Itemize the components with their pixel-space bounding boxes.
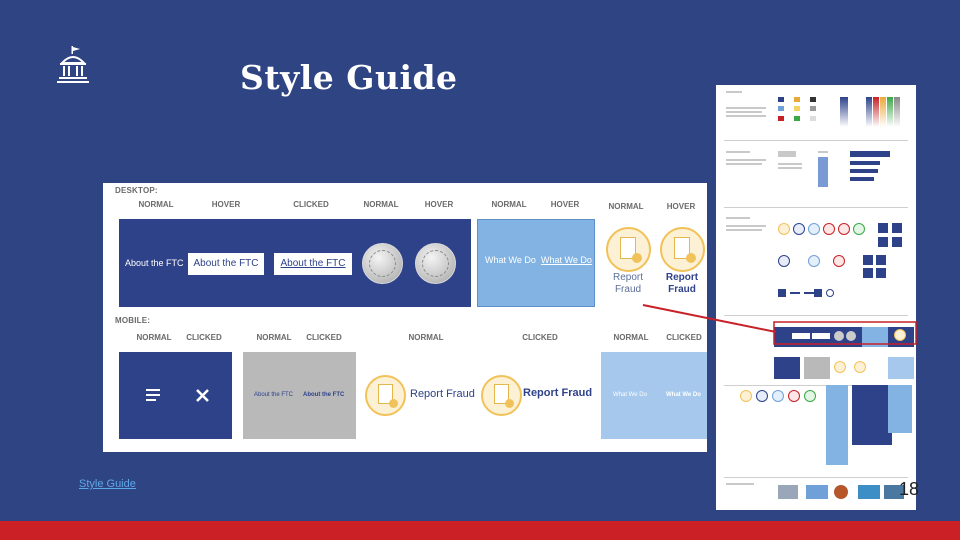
report-fraud-hover-line2: Fraud [668,284,696,295]
slide: Style Guide DESKTOP: NORMAL HOVER CLICKE… [0,0,960,540]
mobile-what-clicked[interactable]: What We Do [666,392,701,398]
desktop-col-label: HOVER [550,200,580,209]
mobile-report-clicked-icon[interactable] [481,375,522,416]
hamburger-icon[interactable] [146,389,160,401]
desktop-col-label: HOVER [424,200,454,209]
mobile-col-label: CLICKED [306,333,342,342]
mobile-section-label: MOBILE: [115,316,151,325]
mobile-col-label: CLICKED [186,333,222,342]
mobile-about-normal[interactable]: About the FTC [254,392,293,398]
mobile-what-normal[interactable]: What We Do [613,392,647,398]
desktop-col-label: NORMAL [491,200,527,209]
what-we-do-hover[interactable]: What We Do [541,255,592,265]
mobile-col-label: NORMAL [136,333,172,342]
mobile-report-normal-icon[interactable] [365,375,406,416]
button-states-panel: DESKTOP: NORMAL HOVER CLICKED NORMAL HOV… [103,183,707,452]
style-guide-link[interactable]: Style Guide [79,478,136,490]
capitol-building-icon [57,46,89,83]
close-icon[interactable] [196,389,209,402]
desktop-col-label: NORMAL [608,202,644,211]
about-ftc-hover-button[interactable]: About the FTC [187,252,265,276]
mobile-report-clicked-label[interactable]: Report Fraud [523,387,592,399]
what-we-do-normal[interactable]: What We Do [485,255,536,265]
mobile-report-normal-label[interactable]: Report Fraud [410,388,475,400]
report-fraud-hover-icon[interactable] [660,227,705,272]
mobile-col-label: NORMAL [408,333,444,342]
ftc-seal-normal-icon[interactable] [362,243,403,284]
mobile-about-clicked[interactable]: About the FTC [303,392,344,398]
report-fraud-normal-icon[interactable] [606,227,651,272]
page-number: 18 [899,479,920,499]
mobile-menu-block [119,352,232,439]
report-fraud-normal-line1: Report [612,272,643,283]
desktop-col-label: NORMAL [138,200,174,209]
mobile-col-label: CLICKED [522,333,558,342]
slide-title: Style Guide [240,58,458,97]
desktop-section-label: DESKTOP: [115,186,158,195]
about-ftc-clicked-button[interactable]: About the FTC [273,252,353,276]
report-fraud-hover-label[interactable]: Report Fraud [660,272,704,296]
desktop-col-label: NORMAL [363,200,399,209]
about-ftc-normal[interactable]: About the FTC [125,258,184,268]
mobile-col-label: NORMAL [256,333,292,342]
ftc-seal-hover-icon[interactable] [415,243,456,284]
desktop-col-label: CLICKED [293,200,329,209]
mobile-col-label: CLICKED [666,333,702,342]
desktop-col-label: HOVER [211,200,241,209]
desktop-col-label: HOVER [666,202,696,211]
report-fraud-normal-label[interactable]: Report Fraud [606,272,650,296]
report-fraud-normal-line2: Fraud [614,284,642,295]
style-guide-thumbnail[interactable] [716,85,916,510]
footer-bar [0,521,960,540]
mobile-col-label: NORMAL [613,333,649,342]
report-fraud-hover-line1: Report [665,272,699,283]
